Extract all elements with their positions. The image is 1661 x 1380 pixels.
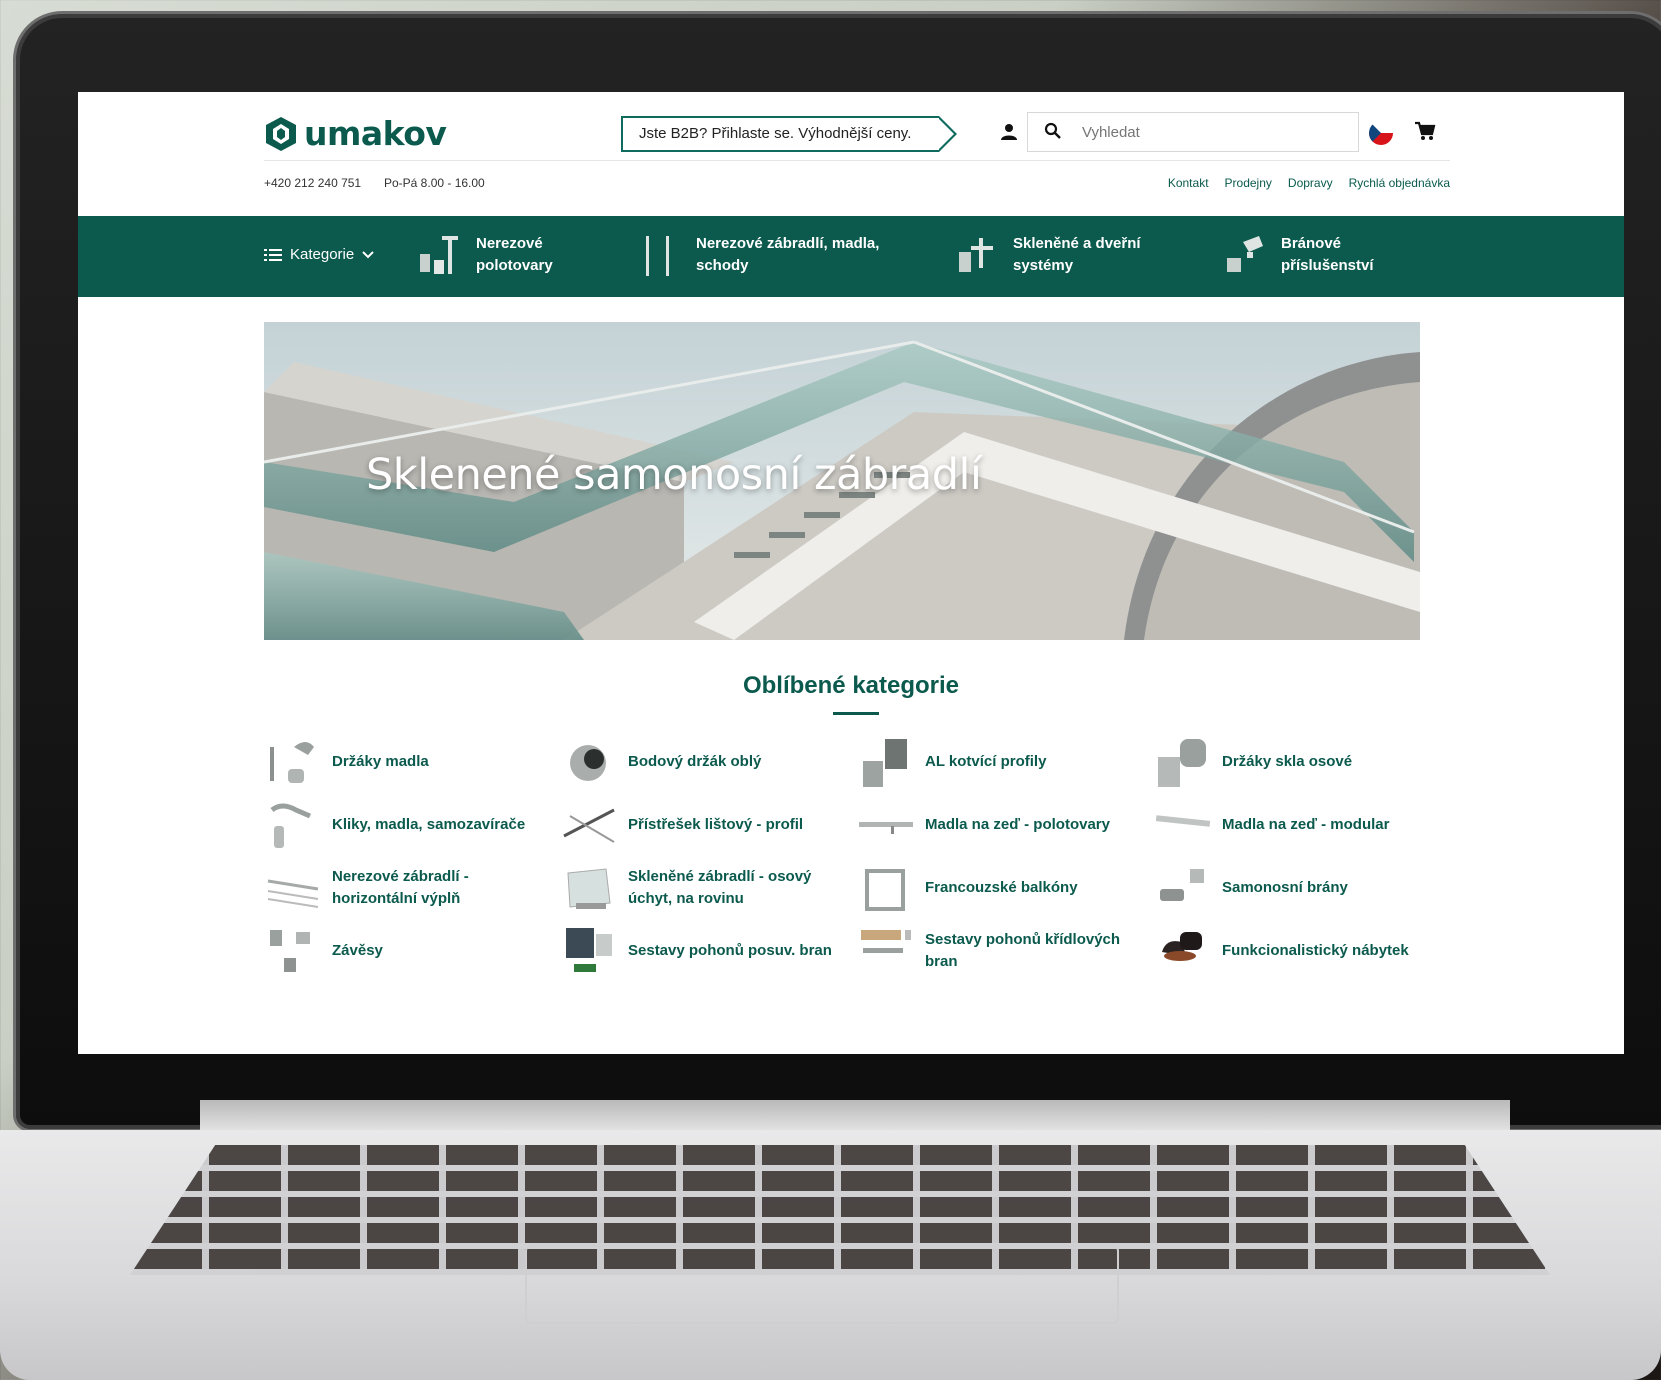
nav-item-line2: schody bbox=[696, 257, 749, 274]
swing-gate-kit-icon bbox=[861, 930, 911, 953]
nav-item-line1: Nerezové zábradlí, madla, bbox=[696, 235, 880, 252]
search-box bbox=[1027, 112, 1359, 152]
category-label: Skleněné zábradlí - osový úchyt, na rovi… bbox=[628, 868, 812, 907]
nav-item-line2: polotovary bbox=[476, 257, 553, 274]
category-item[interactable]: Držáky madla bbox=[264, 732, 554, 792]
category-label: Sestavy pohonů posuv. bran bbox=[628, 942, 832, 959]
category-item[interactable]: AL kotvící profily bbox=[857, 732, 1147, 792]
category-item[interactable]: Sestavy pohonů posuv. bran bbox=[560, 921, 850, 981]
link-kontakt[interactable]: Kontakt bbox=[1168, 176, 1209, 190]
al-anchor-profile-icon bbox=[863, 739, 907, 787]
nav-item-line2: systémy bbox=[1013, 257, 1074, 274]
nav-item-nerezove-polotovary[interactable]: Nerezové polotovary bbox=[418, 232, 553, 278]
lounge-chair-icon bbox=[1162, 932, 1202, 961]
category-item[interactable]: Nerezové zábradlí - horizontální výplň bbox=[264, 858, 554, 918]
b2b-login-banner[interactable]: Jste B2B? Přihlaste se. Výhodnější ceny. bbox=[621, 116, 958, 152]
link-dopravy[interactable]: Dopravy bbox=[1288, 176, 1333, 190]
nav-item-branove-prislusenstvi[interactable]: Bránové příslušenství bbox=[1223, 232, 1374, 278]
cantilever-gate-icon bbox=[1160, 869, 1204, 901]
hamburger-icon bbox=[264, 248, 282, 261]
laptop-trackpad bbox=[525, 1245, 1119, 1324]
nav-item-line2: příslušenství bbox=[1281, 257, 1374, 274]
wall-handrail-icon bbox=[859, 822, 913, 834]
horizontal-infill-railing-icon bbox=[267, 879, 319, 908]
nav-item-line1: Bránové bbox=[1281, 235, 1342, 252]
french-balcony-icon bbox=[865, 869, 905, 911]
door-handle-icon bbox=[270, 803, 311, 848]
category-item[interactable]: Francouzské balkóny bbox=[857, 858, 1147, 918]
link-rychla-objednavka[interactable]: Rychlá objednávka bbox=[1349, 176, 1450, 190]
glass-railing-icon bbox=[567, 868, 611, 909]
category-label: AL kotvící profily bbox=[925, 753, 1047, 770]
gate-accessories-icon bbox=[1227, 236, 1263, 272]
categories-menu-button[interactable]: Kategorie bbox=[264, 246, 374, 263]
cart-icon[interactable] bbox=[1414, 120, 1436, 142]
info-bar: +420 212 240 751 Po-Pá 8.00 - 16.00 Kont… bbox=[264, 176, 1450, 196]
hero-banner[interactable]: Sklenené samonosní zábradlí bbox=[264, 322, 1420, 640]
nav-item-sklenene-systemy[interactable]: Skleněné a dveřní systémy bbox=[955, 232, 1141, 278]
header-links: Kontakt Prodejny Dopravy Rychlá objednáv… bbox=[1168, 176, 1450, 190]
canopy-profile-icon bbox=[563, 808, 615, 843]
category-item[interactable]: Funkcionalistický nábytek bbox=[1154, 921, 1444, 981]
hero-title: Sklenené samonosní zábradlí bbox=[366, 450, 982, 500]
category-label: Držáky madla bbox=[332, 753, 429, 770]
category-label: Sestavy pohonů křídlových bran bbox=[925, 931, 1121, 970]
stainless-profiles-icon bbox=[420, 236, 458, 274]
category-item[interactable]: Přístřešek lištový - profil bbox=[560, 795, 850, 855]
search-input[interactable] bbox=[1080, 119, 1344, 145]
logo-text: umakov bbox=[304, 114, 447, 153]
category-label: Samonosní brány bbox=[1222, 879, 1348, 896]
sliding-gate-kit-icon bbox=[566, 928, 612, 972]
round-point-holder-icon bbox=[570, 745, 606, 781]
popular-categories-title: Oblíbené kategorie bbox=[742, 672, 960, 699]
nav-item-nerezove-zabradli[interactable]: Nerezové zábradlí, madla, schody bbox=[638, 232, 879, 278]
title-underline bbox=[833, 712, 879, 715]
hinges-icon bbox=[270, 930, 310, 972]
handrail-bracket-icon bbox=[270, 742, 314, 783]
opening-hours: Po-Pá 8.00 - 16.00 bbox=[384, 176, 485, 190]
user-icon[interactable] bbox=[999, 122, 1019, 142]
main-nav: Kategorie Nerezové polotovary Nerezové z… bbox=[78, 216, 1624, 297]
browser-screen: umakov Jste B2B? Přihlaste se. Výhodnějš… bbox=[78, 92, 1624, 1054]
category-item[interactable]: Skleněné zábradlí - osový úchyt, na rovi… bbox=[560, 858, 850, 918]
chevron-down-icon bbox=[362, 250, 374, 258]
category-label: Přístřešek lištový - profil bbox=[628, 816, 804, 833]
czech-flag-icon[interactable] bbox=[1369, 121, 1393, 145]
category-item[interactable]: Madla na zeď - polotovary bbox=[857, 795, 1147, 855]
nav-item-line1: Nerezové bbox=[476, 235, 543, 252]
category-item[interactable]: Závěsy bbox=[264, 921, 554, 981]
categories-label: Kategorie bbox=[290, 246, 355, 263]
header-top: umakov Jste B2B? Přihlaste se. Výhodnějš… bbox=[264, 110, 1450, 161]
railing-posts-icon bbox=[646, 236, 669, 276]
category-label: Madla na zeď - polotovary bbox=[925, 816, 1110, 833]
category-label: Madla na zeď - modular bbox=[1222, 816, 1390, 833]
category-item[interactable]: Samonosní brány bbox=[1154, 858, 1444, 918]
wall-handrail-modular-icon bbox=[1155, 815, 1211, 827]
nav-item-line1: Skleněné a dveřní bbox=[1013, 235, 1141, 252]
search-icon[interactable] bbox=[1044, 122, 1062, 140]
category-item[interactable]: Kliky, madla, samozavírače bbox=[264, 795, 554, 855]
category-label: Nerezové zábradlí - horizontální výplň bbox=[332, 868, 469, 907]
category-item[interactable]: Držáky skla osové bbox=[1154, 732, 1444, 792]
category-label: Francouzské balkóny bbox=[925, 879, 1078, 896]
phone-number[interactable]: +420 212 240 751 bbox=[264, 176, 361, 190]
laptop-hinge bbox=[200, 1100, 1510, 1132]
category-label: Držáky skla osové bbox=[1222, 753, 1353, 770]
logo[interactable]: umakov bbox=[264, 114, 447, 153]
link-prodejny[interactable]: Prodejny bbox=[1225, 176, 1272, 190]
category-label: Funkcionalistický nábytek bbox=[1222, 942, 1409, 959]
glass-system-icon bbox=[959, 238, 993, 272]
category-label: Bodový držák oblý bbox=[628, 753, 762, 770]
category-label: Závěsy bbox=[332, 942, 383, 959]
category-item[interactable]: Sestavy pohonů křídlových bran bbox=[857, 921, 1147, 981]
logo-mark-icon bbox=[266, 116, 296, 151]
category-item[interactable]: Madla na zeď - modular bbox=[1154, 795, 1444, 855]
category-label: Kliky, madla, samozavírače bbox=[332, 816, 526, 833]
category-item[interactable]: Bodový držák oblý bbox=[560, 732, 850, 792]
glass-axial-holder-icon bbox=[1158, 739, 1206, 787]
